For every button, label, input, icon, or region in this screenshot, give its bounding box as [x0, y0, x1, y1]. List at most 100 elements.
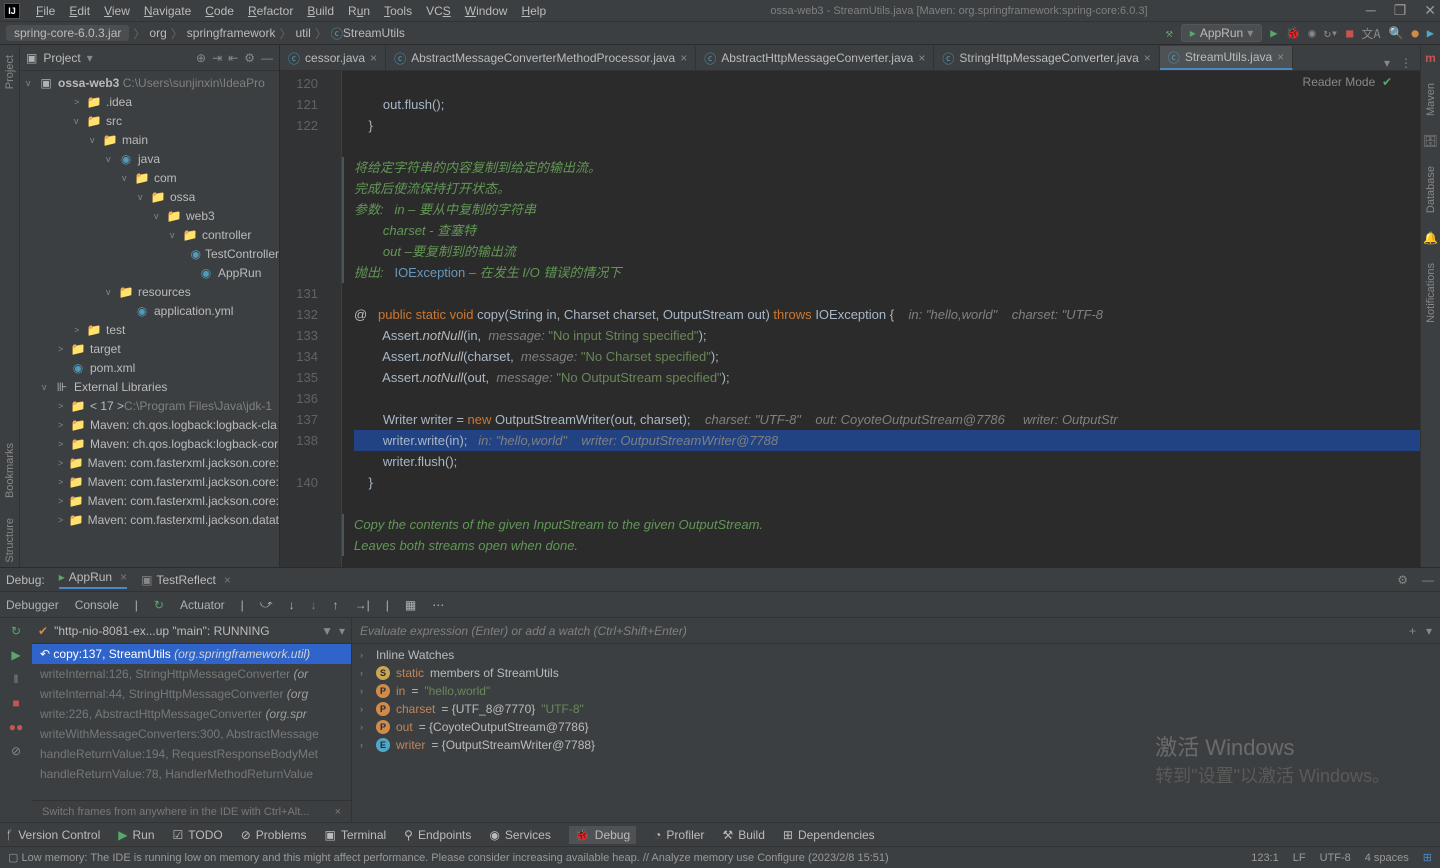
tw-run[interactable]: ▶ Run	[118, 828, 154, 842]
run-to-cursor-icon[interactable]: →|	[355, 598, 370, 612]
tree-node[interactable]: >📁Maven: ch.qos.logback:logback-cla	[20, 415, 279, 434]
tree-node[interactable]: ◉TestController	[20, 244, 279, 263]
menu-navigate[interactable]: Navigate	[138, 2, 197, 20]
menu-tools[interactable]: Tools	[378, 2, 418, 20]
eval-input[interactable]: Evaluate expression (Enter) or add a wat…	[360, 624, 687, 638]
debug-tab-testreflect[interactable]: ▣TestReflect×	[141, 573, 231, 587]
tw-services[interactable]: ◉ Services	[489, 828, 551, 842]
search-icon[interactable]: 🔍	[1389, 26, 1404, 40]
tree-node[interactable]: v◉java	[20, 149, 279, 168]
encoding[interactable]: UTF-8	[1320, 852, 1351, 864]
caret-position[interactable]: 123:1	[1251, 852, 1279, 864]
variable-row[interactable]: ›Sstatic members of StreamUtils	[352, 664, 1440, 682]
tw-problems[interactable]: ⊘ Problems	[241, 828, 307, 842]
tree-node[interactable]: ◉AppRun	[20, 263, 279, 282]
variable-row[interactable]: ›Pout = {CoyoteOutputStream@7786}	[352, 718, 1440, 736]
tree-node[interactable]: ◉pom.xml	[20, 358, 279, 377]
tree-node[interactable]: >📁target	[20, 339, 279, 358]
tw-version-control[interactable]: ᚶ Version Control	[6, 828, 100, 842]
stack-frame[interactable]: write:226, AbstractHttpMessageConverter …	[32, 704, 351, 724]
debug-tab-apprun[interactable]: ▸AppRun×	[59, 570, 127, 589]
step-out-icon[interactable]: ↑	[333, 598, 339, 612]
fold-column[interactable]	[328, 71, 342, 567]
menu-help[interactable]: Help	[515, 2, 552, 20]
evaluate-icon[interactable]: ▦	[405, 598, 416, 612]
locate-icon[interactable]: ⊕	[196, 51, 206, 65]
resume-icon[interactable]: ▶	[11, 648, 20, 662]
breadcrumb-part[interactable]: springframework	[187, 26, 276, 40]
editor-tab[interactable]: ⓒAbstractHttpMessageConverter.java×	[696, 46, 934, 70]
run-icon[interactable]: ▶	[1270, 26, 1277, 40]
tw-terminal[interactable]: ▣ Terminal	[324, 828, 386, 842]
menu-edit[interactable]: Edit	[63, 2, 96, 20]
tab-database[interactable]: Database	[1425, 162, 1437, 217]
stack-frame[interactable]: handleReturnValue:194, RequestResponseBo…	[32, 744, 351, 764]
tree-node[interactable]: v📁resources	[20, 282, 279, 301]
menu-code[interactable]: Code	[199, 2, 240, 20]
tab-project[interactable]: Project	[4, 51, 16, 93]
tw-profiler[interactable]: ◔ Profiler	[654, 828, 704, 842]
hide-icon[interactable]: —	[261, 51, 273, 65]
frames-list[interactable]: ↶ copy:137, StreamUtils (org.springframe…	[32, 644, 351, 800]
profile-icon[interactable]: ↻▾	[1324, 26, 1338, 40]
run-config-selector[interactable]: ▸AppRun▾	[1181, 24, 1262, 42]
rerun-icon[interactable]: ↻	[11, 624, 21, 638]
minimize-icon[interactable]: ─	[1366, 2, 1376, 19]
debugger-subtab[interactable]: Debugger	[6, 598, 59, 612]
database-icon[interactable]: 🗄	[1423, 134, 1438, 148]
tree-node[interactable]: v📁ossa	[20, 187, 279, 206]
thread-selector[interactable]: "http-nio-8081-ex...up "main": RUNNING	[54, 624, 270, 638]
breakpoints-icon[interactable]: ●●	[9, 720, 24, 734]
editor-tab[interactable]: ⓒAbstractMessageConverterMethodProcessor…	[386, 46, 696, 70]
tree-node[interactable]: >📁< 17 > C:\Program Files\Java\jdk-1	[20, 396, 279, 415]
tree-node[interactable]: v⊪External Libraries	[20, 377, 279, 396]
editor-tab[interactable]: ⓒcessor.java×	[280, 46, 386, 70]
tree-node[interactable]: v📁com	[20, 168, 279, 187]
variables-list[interactable]: ›Inline Watches›Sstatic members of Strea…	[352, 644, 1440, 822]
variable-row[interactable]: ›Inline Watches	[352, 646, 1440, 664]
stack-frame[interactable]: writeWithMessageConverters:300, Abstract…	[32, 724, 351, 744]
console-subtab[interactable]: Console	[75, 598, 119, 612]
stop-icon[interactable]: ■	[1346, 26, 1353, 40]
actuator-icon[interactable]: ↻	[154, 598, 164, 612]
menu-build[interactable]: Build	[301, 2, 340, 20]
step-into-icon[interactable]: ↓	[289, 598, 295, 612]
force-step-icon[interactable]: ↓	[311, 598, 317, 612]
breadcrumb-part[interactable]: org	[149, 26, 166, 40]
tree-node[interactable]: v📁src	[20, 111, 279, 130]
tree-node[interactable]: >📁Maven: com.fasterxml.jackson.core:	[20, 491, 279, 510]
tree-node[interactable]: >📁Maven: com.fasterxml.jackson.datat	[20, 510, 279, 529]
tree-node[interactable]: >📁test	[20, 320, 279, 339]
tab-notifications[interactable]: Notifications	[1425, 259, 1437, 327]
code-area[interactable]: out.flush(); } 将给定字符串的内容复制到给定的输出流。 完成后使流…	[342, 71, 1420, 567]
editor-tab[interactable]: ⓒStreamUtils.java×	[1160, 46, 1293, 70]
stack-frame[interactable]: writeInternal:126, StringHttpMessageConv…	[32, 664, 351, 684]
tree-node[interactable]: ◉application.yml	[20, 301, 279, 320]
tab-bookmarks[interactable]: Bookmarks	[4, 439, 16, 502]
step-over-icon[interactable]: ⤻	[260, 597, 273, 612]
tree-node[interactable]: v📁main	[20, 130, 279, 149]
menu-view[interactable]: View	[98, 2, 136, 20]
minimize-panel-icon[interactable]: —	[1422, 573, 1434, 587]
more-icon[interactable]: ⋯	[432, 598, 444, 612]
menu-run[interactable]: Run	[342, 2, 376, 20]
debug-icon[interactable]: 🐞	[1285, 26, 1300, 40]
tw-endpoints[interactable]: ⚲ Endpoints	[404, 828, 471, 842]
tab-structure[interactable]: Structure	[4, 514, 16, 567]
tree-node[interactable]: v📁controller	[20, 225, 279, 244]
variable-row[interactable]: ›Ewriter = {OutputStreamWriter@7788}	[352, 736, 1440, 754]
tab-maven[interactable]: Maven	[1425, 79, 1437, 120]
variable-row[interactable]: ›Pin = "hello,world"	[352, 682, 1440, 700]
indent[interactable]: 4 spaces	[1365, 852, 1409, 864]
editor-tab[interactable]: ⓒStringHttpMessageConverter.java×	[934, 46, 1159, 70]
close-icon[interactable]: ✕	[1424, 2, 1436, 19]
menu-refactor[interactable]: Refactor	[242, 2, 299, 20]
tree-node[interactable]: >📁Maven: com.fasterxml.jackson.core:	[20, 472, 279, 491]
breadcrumb-root[interactable]: spring-core-6.0.3.jar	[6, 25, 129, 41]
ide-avatar-icon[interactable]: ●	[1412, 26, 1419, 40]
breadcrumb-file[interactable]: StreamUtils	[343, 26, 405, 40]
mute-bp-icon[interactable]: ⊘	[11, 744, 21, 758]
menu-vcs[interactable]: VCS	[420, 2, 457, 20]
stack-frame[interactable]: ↶ copy:137, StreamUtils (org.springframe…	[32, 644, 351, 664]
menu-window[interactable]: Window	[459, 2, 514, 20]
